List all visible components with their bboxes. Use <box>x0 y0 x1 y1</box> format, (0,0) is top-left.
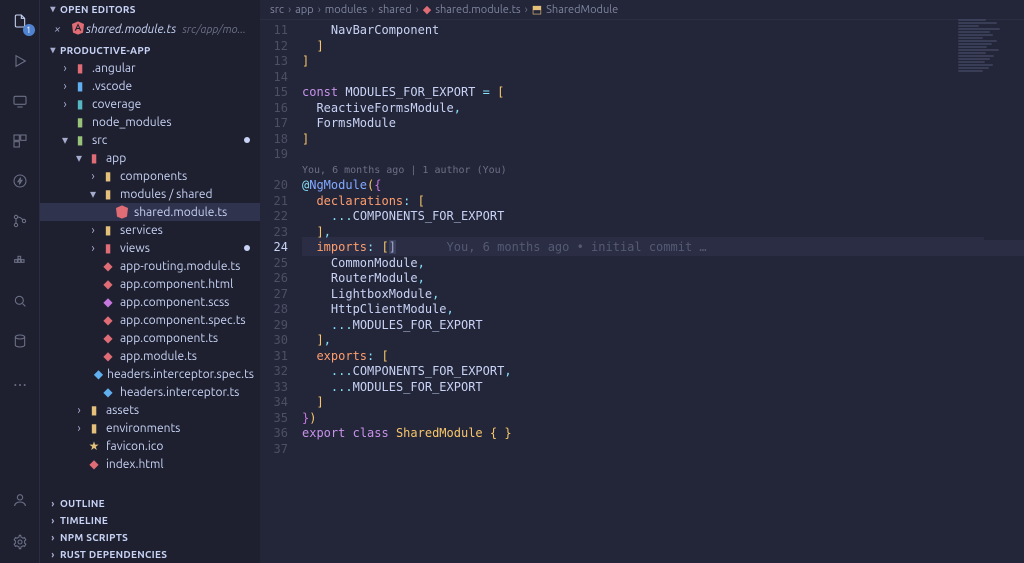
editor-area: src› app› modules› shared› ◆ shared.modu… <box>260 0 1024 563</box>
folder-modules-shared[interactable]: ▾▮modules / shared <box>40 185 260 203</box>
folder-icon: ▮ <box>86 402 102 418</box>
folder-app[interactable]: ▾▮app <box>40 149 260 167</box>
open-editors-header[interactable]: ▾ OPEN EDITORS <box>40 0 260 18</box>
folder-icon: ▮ <box>72 78 88 94</box>
file-app-scss[interactable]: ◆app.component.scss <box>40 293 260 311</box>
file-app-module[interactable]: ◆app.module.ts <box>40 347 260 365</box>
folder-icon: ▮ <box>72 132 88 148</box>
folder-vscode[interactable]: ›▮.vscode <box>40 77 260 95</box>
folder-icon: ▮ <box>72 60 88 76</box>
explorer-badge: 1 <box>23 24 35 36</box>
activity-bar: 1 <box>0 0 40 563</box>
folder-icon: ▮ <box>72 96 88 112</box>
file-headers-spec[interactable]: ◆headers.interceptor.spec.ts <box>40 365 260 383</box>
run-icon[interactable] <box>7 48 33 74</box>
folder-icon: ▮ <box>100 240 116 256</box>
more-icon[interactable] <box>7 372 33 398</box>
folder-assets[interactable]: ›▮assets <box>40 401 260 419</box>
file-favicon[interactable]: ★favicon.ico <box>40 437 260 455</box>
code-content[interactable]: NavBarComponent ] ] const MODULES_FOR_EX… <box>302 20 1024 563</box>
editor-filepath: src/app/mo... <box>182 24 246 36</box>
folder-icon: ▮ <box>86 150 102 166</box>
angular-icon: ◆ <box>100 330 116 346</box>
search-icon[interactable] <box>7 288 33 314</box>
folder-icon: ▮ <box>86 420 102 436</box>
angular-icon: ◆ <box>100 348 116 364</box>
html-icon: ◆ <box>100 276 116 292</box>
file-app-html[interactable]: ◆app.component.html <box>40 275 260 293</box>
angular-icon <box>70 20 86 39</box>
breadcrumb[interactable]: src› app› modules› shared› ◆ shared.modu… <box>260 0 1024 20</box>
file-headers[interactable]: ◆headers.interceptor.ts <box>40 383 260 401</box>
timeline-header[interactable]: ›TIMELINE <box>40 512 260 529</box>
file-app-spec[interactable]: ◆app.component.spec.ts <box>40 311 260 329</box>
open-editor-tab[interactable]: × shared.module.ts src/app/mo... <box>40 18 260 41</box>
folder-node-modules[interactable]: ▮node_modules <box>40 113 260 131</box>
file-index-html[interactable]: ◆index.html <box>40 455 260 473</box>
chevron-down-icon: ▾ <box>46 3 60 15</box>
git-blame-ghost: You, 6 months ago • initial commit … <box>447 240 707 254</box>
angular-icon: ◆ <box>100 312 116 328</box>
module-icon: ⬒ <box>532 3 542 16</box>
code-editor[interactable]: 1112131415161718192021222324252627282930… <box>260 20 1024 563</box>
explorer-icon[interactable]: 1 <box>7 8 33 34</box>
close-icon[interactable]: × <box>54 23 68 36</box>
folder-icon: ▮ <box>100 168 116 184</box>
account-icon[interactable] <box>7 487 33 513</box>
line-gutter: 1112131415161718192021222324252627282930… <box>260 20 302 563</box>
folder-environments[interactable]: ›▮environments <box>40 419 260 437</box>
folder-icon: ▮ <box>72 114 88 130</box>
file-app-ts[interactable]: ◆app.component.ts <box>40 329 260 347</box>
file-app-routing[interactable]: ◆app-routing.module.ts <box>40 257 260 275</box>
npm-scripts-header[interactable]: ›NPM SCRIPTS <box>40 529 260 546</box>
folder-views[interactable]: ›▮views <box>40 239 260 257</box>
folder-components[interactable]: ›▮components <box>40 167 260 185</box>
modified-dot-icon <box>244 137 250 143</box>
thunder-icon[interactable] <box>7 168 33 194</box>
folder-icon: ▮ <box>100 222 116 238</box>
angular-icon: ◆ <box>100 258 116 274</box>
chevron-down-icon: ▾ <box>46 44 60 56</box>
editor-filename: shared.module.ts <box>86 23 176 36</box>
modified-dot-icon <box>244 245 250 251</box>
database-icon[interactable] <box>7 328 33 354</box>
html-icon: ◆ <box>86 456 102 472</box>
project-header[interactable]: ▾ PRODUCTIVE-APP <box>40 41 260 59</box>
extensions-icon[interactable] <box>7 128 33 154</box>
folder-services[interactable]: ›▮services <box>40 221 260 239</box>
folder-coverage[interactable]: ›▮coverage <box>40 95 260 113</box>
gear-icon[interactable] <box>7 529 33 555</box>
ts-icon: ◆ <box>100 384 116 400</box>
ts-icon: ◆ <box>94 366 103 382</box>
docker-icon[interactable] <box>7 248 33 274</box>
star-icon: ★ <box>86 438 102 454</box>
folder-angular[interactable]: ›▮.angular <box>40 59 260 77</box>
angular-icon <box>114 204 130 220</box>
file-tree: ›▮.angular ›▮.vscode ›▮coverage ▮node_mo… <box>40 59 260 495</box>
source-control-icon[interactable] <box>7 208 33 234</box>
scss-icon: ◆ <box>100 294 116 310</box>
rust-deps-header[interactable]: ›RUST DEPENDENCIES <box>40 546 260 563</box>
explorer-sidebar: ▾ OPEN EDITORS × shared.module.ts src/ap… <box>40 0 260 563</box>
outline-header[interactable]: ›OUTLINE <box>40 495 260 512</box>
folder-src[interactable]: ▾▮src <box>40 131 260 149</box>
angular-icon: ◆ <box>423 3 431 16</box>
file-shared-module[interactable]: shared.module.ts <box>40 203 260 221</box>
code-lens[interactable]: You, 6 months ago | 1 author (You) <box>302 163 1024 179</box>
folder-icon: ▮ <box>100 186 116 202</box>
remote-icon[interactable] <box>7 88 33 114</box>
